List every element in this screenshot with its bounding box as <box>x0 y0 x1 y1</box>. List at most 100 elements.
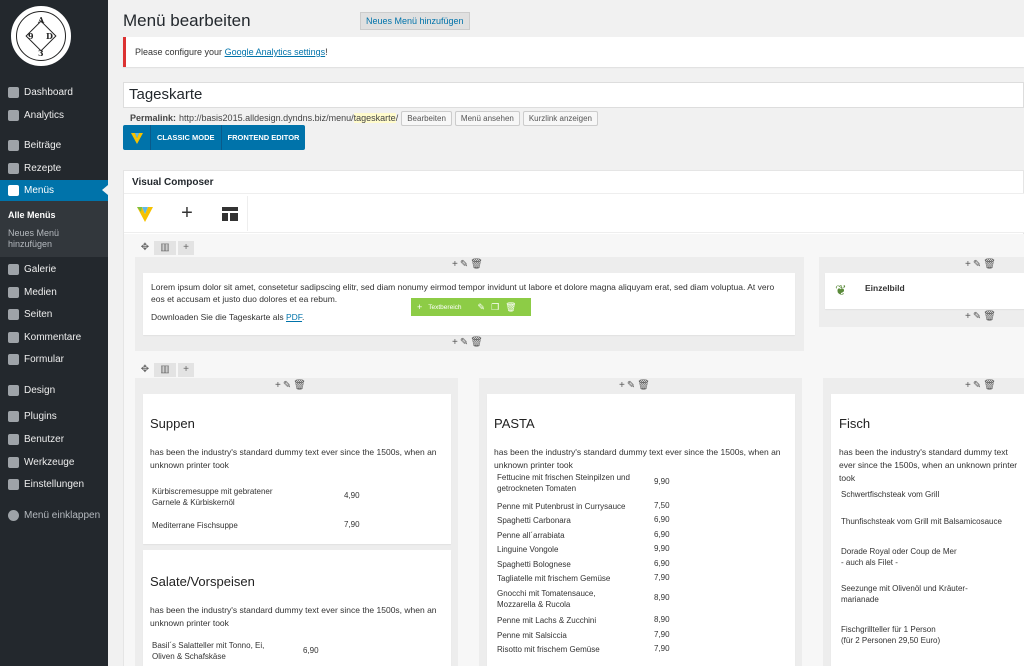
edit-icon[interactable]: ✎ <box>478 302 486 313</box>
view-menu-button[interactable]: Menü ansehen <box>454 110 520 126</box>
layout-template-icon[interactable] <box>212 196 248 231</box>
sidebar-submenu: Alle Menüs Neues Menü hinzufügen <box>0 201 108 257</box>
classic-mode-button[interactable]: CLASSIC MODE <box>151 125 221 150</box>
sidebar-item-dashboard[interactable]: Dashboard <box>0 82 108 102</box>
edit-permalink-button[interactable]: Bearbeiten <box>401 110 452 126</box>
sidebar-item-formular[interactable]: Formular <box>0 349 108 369</box>
collapse-icon <box>8 509 19 521</box>
item-line1: Fettucine mit frischen Steinpilzen und <box>497 473 630 482</box>
row2-controls: ✥ ▥ + <box>138 363 194 377</box>
analytics-notice: Please configure your Google Analytics s… <box>123 37 1024 67</box>
column-bottom-controls[interactable]: +✎🗑 <box>452 337 485 348</box>
sidebar-item-galerie[interactable]: Galerie <box>0 259 108 279</box>
column-controls[interactable]: +✎🗑 <box>275 380 308 391</box>
fisch-item-name: Schwertfischsteak vom Grill <box>841 489 939 500</box>
row-layout-icon[interactable]: ▥ <box>154 241 176 255</box>
add-icon[interactable]: + <box>417 302 422 312</box>
clone-icon[interactable]: ❐ <box>491 302 499 313</box>
logo-letter-3: 3 <box>38 48 44 58</box>
submenu-all-menus[interactable]: Alle Menüs <box>8 210 56 221</box>
pasta-item-name: Linguine Vongole <box>497 544 558 555</box>
item-line1: Schwertfischsteak vom Grill <box>841 490 940 499</box>
sidebar-item-medien[interactable]: Medien <box>0 282 108 302</box>
pasta-item-name: Penne mit Salsiccia <box>497 630 567 641</box>
column-controls[interactable]: +✎🗑 <box>965 380 998 391</box>
wrench-icon <box>8 456 19 468</box>
notice-text: Please configure your <box>135 47 225 57</box>
textbereich-toolbar[interactable]: + Textbereich ✎ ❐ 🗑 <box>411 298 531 316</box>
sidebar-item-benutzer[interactable]: Benutzer <box>0 429 108 449</box>
sidebar-item-seiten[interactable]: Seiten <box>0 304 108 324</box>
submenu-add-menu-line1[interactable]: Neues Menü <box>8 228 59 239</box>
add-row-icon[interactable]: + <box>178 363 194 377</box>
item-line1: Linguine Vongole <box>497 545 559 554</box>
menu-item-name: Basil´s Salatteller mit Tonno, Ei, Oliven… <box>152 640 264 662</box>
dashboard-icon <box>8 86 19 98</box>
item-line2: - auch als Filet - <box>841 558 898 567</box>
sidebar-item-beitraege[interactable]: Beiträge <box>0 135 108 155</box>
item-line1: Risotto mit frischem Gemüse <box>497 645 600 654</box>
pin-icon <box>8 139 19 151</box>
column-controls[interactable]: +✎🗑 <box>619 380 652 391</box>
sidebar-item-menues[interactable]: Menüs <box>0 180 108 201</box>
add-element-icon[interactable]: + <box>170 196 204 231</box>
logo-letter-a: A <box>38 15 45 25</box>
sidebar-item-werkzeuge[interactable]: Werkzeuge <box>0 452 108 472</box>
pasta-item-name: Gnocchi mit Tomatensauce, Mozzarella & Ru… <box>497 588 596 610</box>
pdf-link[interactable]: PDF <box>286 312 302 322</box>
item-line1: Penne mit Salsiccia <box>497 631 567 640</box>
suppen-card[interactable]: Suppen has been the industry's standard … <box>143 394 451 544</box>
sidebar-item-rezepte[interactable]: Rezepte <box>0 158 108 178</box>
add-row-icon[interactable]: + <box>178 241 194 255</box>
column-controls[interactable]: +✎🗑 <box>965 259 998 270</box>
move-row-icon[interactable]: ✥ <box>138 363 152 377</box>
add-new-menu-button[interactable]: Neues Menü hinzufügen <box>360 12 470 30</box>
permalink-url[interactable]: http://basis2015.alldesign.dyndns.biz/me… <box>179 113 354 123</box>
site-logo[interactable]: A D 9 3 <box>9 4 73 68</box>
item-line2: getrockneten Tomaten <box>497 484 577 493</box>
post-title-input[interactable]: Tageskarte <box>123 82 1024 108</box>
move-row-icon[interactable]: ✥ <box>138 241 152 255</box>
sidebar-item-einstellungen[interactable]: Einstellungen <box>0 474 108 494</box>
einzelbild-card[interactable]: ❦ Einzelbild <box>825 273 1024 309</box>
pasta-item-price: 8,90 <box>654 593 670 602</box>
sidebar-collapse[interactable]: Menü einklappen <box>0 505 108 525</box>
salate-card[interactable]: Salate/Vorspeisen has been the industry'… <box>143 550 451 666</box>
pasta-item-name: Spaghetti Carbonara <box>497 515 571 526</box>
shortlink-button[interactable]: Kurzlink anzeigen <box>522 110 598 126</box>
item-line1: Penne mit Putenbrust in Currysauce <box>497 502 626 511</box>
sidebar-item-plugins[interactable]: Plugins <box>0 406 108 426</box>
submenu-add-menu-line2[interactable]: hinzufügen <box>8 239 52 250</box>
pasta-title: PASTA <box>494 416 535 431</box>
analytics-settings-link[interactable]: Google Analytics settings <box>225 47 326 57</box>
vc-brand-icon[interactable] <box>128 196 162 231</box>
item-line1: Spaghetti Carbonara <box>497 516 571 525</box>
sidebar-item-design[interactable]: Design <box>0 380 108 400</box>
item-line2: marianade <box>841 595 879 604</box>
permalink-slug[interactable]: tageskarte <box>353 113 396 123</box>
pasta-item-price: 6,90 <box>654 530 670 539</box>
column-bottom-controls[interactable]: +✎🗑 <box>965 311 998 322</box>
collapse-label: Menü einklappen <box>24 509 101 521</box>
salate-title: Salate/Vorspeisen <box>150 574 255 589</box>
fisch-title: Fisch <box>839 416 871 431</box>
delete-icon[interactable]: 🗑 <box>505 302 516 313</box>
row-layout-icon[interactable]: ▥ <box>154 363 176 377</box>
item-line2: Garnele & Kürbiskernöl <box>152 498 235 507</box>
sidebar-item-label: Formular <box>24 353 65 365</box>
pasta-card[interactable]: PASTA has been the industry's standard d… <box>487 394 795 666</box>
sidebar-item-label: Menüs <box>24 185 55 196</box>
sidebar-item-kommentare[interactable]: Kommentare <box>0 327 108 347</box>
menu-item-price: 7,90 <box>344 520 360 529</box>
vc-mode-switch: CLASSIC MODE FRONTEND EDITOR <box>123 125 306 150</box>
column-controls[interactable]: +✎🗑 <box>452 259 485 270</box>
fisch-card[interactable]: Fisch has been the industry's standard d… <box>831 394 1024 666</box>
sidebar-item-analytics[interactable]: Analytics <box>0 105 108 125</box>
item-line1: Gnocchi mit Tomatensauce, <box>497 589 596 598</box>
media-icon <box>8 286 19 298</box>
pasta-item-price: 7,50 <box>654 501 670 510</box>
frontend-editor-button[interactable]: FRONTEND EDITOR <box>220 125 306 150</box>
item-line1: Penne all´arrabiata <box>497 531 565 540</box>
pasta-item-price: 6,90 <box>654 559 670 568</box>
page-title: Menü bearbeiten <box>123 11 251 30</box>
